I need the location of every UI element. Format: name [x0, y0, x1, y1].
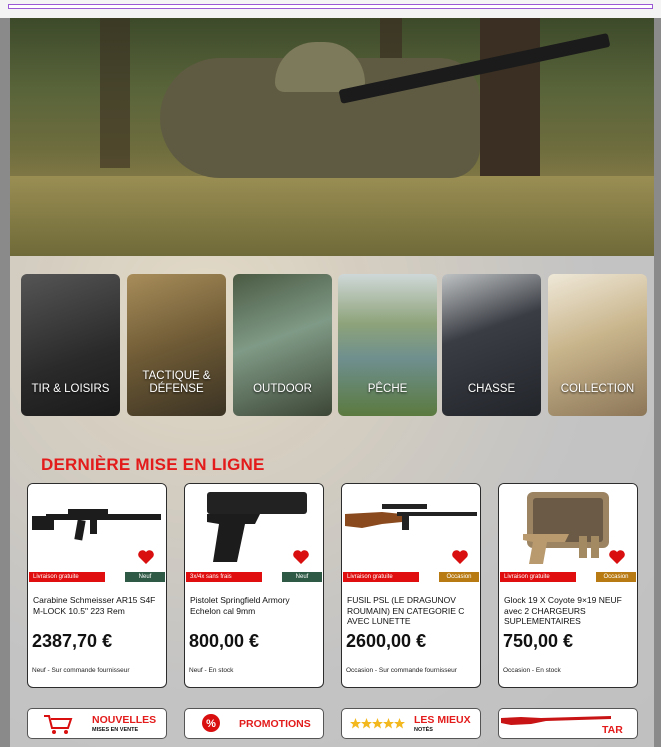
- category-label: PÊCHE: [367, 383, 408, 395]
- shipping-tag: Livraison gratuite: [29, 572, 105, 582]
- product-price: 750,00 €: [503, 631, 574, 651]
- top-rated-button[interactable]: LES MIEUX NOTÉS: [341, 708, 481, 739]
- payment-tag: 3x/4x sans frais: [186, 572, 262, 582]
- category-chasse[interactable]: CHASSE: [442, 274, 541, 416]
- product-card[interactable]: Livraison gratuite Occasion Glock 19 X C…: [498, 483, 638, 688]
- condition-tag: Occasion: [439, 572, 479, 582]
- product-name: Carabine Schmeisser AR15 S4F M-LOCK 10.5…: [33, 595, 156, 616]
- product-status: Neuf - Sur commande fournisseur: [32, 667, 130, 674]
- hero-banner: [10, 18, 654, 256]
- product-name: Pistolet Springfield Armory Echelon cal …: [190, 595, 290, 616]
- button-title: NOUVELLES: [92, 714, 157, 726]
- cart-icon: [44, 715, 73, 734]
- svg-text:%: %: [206, 718, 216, 730]
- percent-badge-icon: %: [202, 714, 220, 732]
- condition-tag: Neuf: [282, 572, 322, 582]
- tree-trunk: [480, 18, 540, 188]
- category-label: COLLECTION: [560, 383, 635, 395]
- editor-top-bar: [0, 0, 661, 18]
- product-price: 2600,00 €: [346, 631, 427, 651]
- product-price: 2387,70 €: [32, 631, 113, 651]
- product-price: 800,00 €: [189, 631, 260, 651]
- category-row: TIR & LOISIRS TACTIQUE & DÉFENSE OUTDOOR…: [21, 274, 647, 418]
- favorite-heart-icon[interactable]: [293, 550, 309, 564]
- favorite-heart-icon[interactable]: [138, 550, 154, 564]
- favorite-heart-icon[interactable]: [452, 550, 468, 564]
- rifle-category-button[interactable]: TAR: [498, 708, 638, 739]
- product-card[interactable]: Livraison gratuite Occasion FUSIL PSL (L…: [341, 483, 481, 688]
- favorite-heart-icon[interactable]: [609, 550, 625, 564]
- category-outdoor[interactable]: OUTDOOR: [233, 274, 332, 416]
- product-status: Neuf - En stock: [189, 667, 234, 674]
- category-tactique-defense[interactable]: TACTIQUE & DÉFENSE: [127, 274, 226, 416]
- product-status: Occasion - Sur commande fournisseur: [346, 667, 457, 674]
- product-status: Occasion - En stock: [503, 667, 561, 674]
- new-listings-button[interactable]: NOUVELLES MISES EN VENTE: [27, 708, 167, 739]
- category-label: CHASSE: [467, 383, 516, 395]
- page: TIR & LOISIRS TACTIQUE & DÉFENSE OUTDOOR…: [10, 18, 654, 747]
- shipping-tag: Livraison gratuite: [500, 572, 576, 582]
- product-name: Glock 19 X Coyote 9×19 NEUF avec 2 CHARG…: [504, 595, 622, 626]
- product-card[interactable]: Livraison gratuite Neuf Carabine Schmeis…: [27, 483, 167, 688]
- button-subtitle: NOTÉS: [414, 727, 433, 733]
- product-name: FUSIL PSL (LE DRAGUNOV ROUMAIN) EN CATEG…: [347, 595, 465, 626]
- category-label: TIR & LOISIRS: [31, 383, 110, 395]
- category-peche[interactable]: PÊCHE: [338, 274, 437, 416]
- button-title: LES MIEUX: [414, 714, 471, 726]
- helmet: [275, 42, 365, 92]
- condition-tag: Neuf: [125, 572, 165, 582]
- button-title: PROMOTIONS: [239, 718, 311, 730]
- category-tir-loisirs[interactable]: TIR & LOISIRS: [21, 274, 120, 416]
- condition-tag: Occasion: [596, 572, 636, 582]
- product-card[interactable]: 3x/4x sans frais Neuf Pistolet Springfie…: [184, 483, 324, 688]
- promotions-button[interactable]: % PROMOTIONS: [184, 708, 324, 739]
- button-subtitle: MISES EN VENTE: [92, 727, 139, 733]
- button-title: TAR: [602, 724, 623, 736]
- section-title: DERNIÈRE MISE EN LIGNE: [41, 455, 265, 474]
- stars-icon: [350, 718, 405, 729]
- rifle-icon: [501, 716, 611, 725]
- shipping-tag: Livraison gratuite: [343, 572, 419, 582]
- category-label: TACTIQUE & DÉFENSE: [142, 370, 211, 395]
- tree-trunk: [100, 18, 130, 168]
- selection-outline: [8, 4, 653, 9]
- category-collection[interactable]: COLLECTION: [548, 274, 647, 416]
- grass: [10, 176, 654, 256]
- category-label: OUTDOOR: [253, 383, 312, 395]
